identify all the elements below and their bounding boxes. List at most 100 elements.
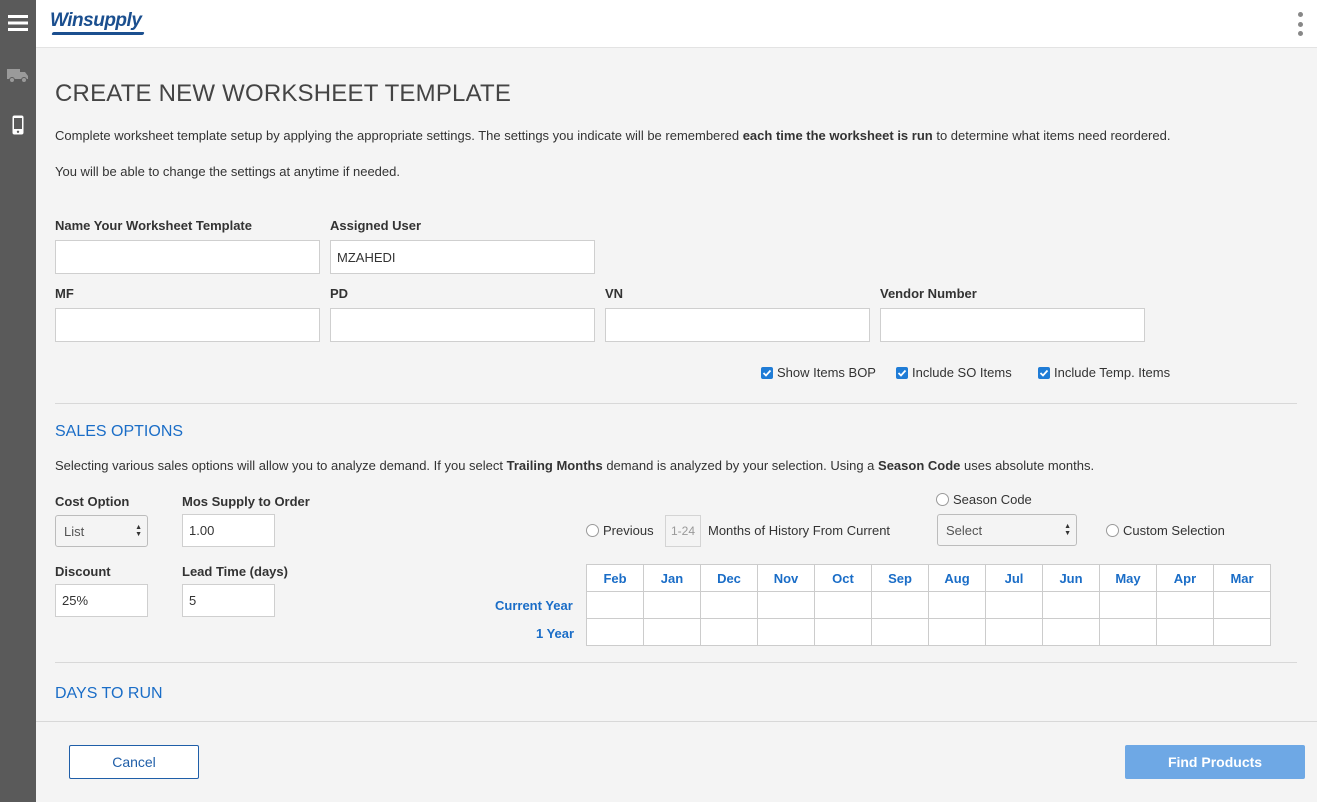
intro-bold-1: each time the worksheet is run — [742, 128, 933, 143]
radio-unselected-icon — [936, 493, 949, 506]
month-cell[interactable] — [1042, 618, 1100, 646]
page-title: CREATE NEW WORKSHEET TEMPLATE — [55, 80, 512, 107]
month-cell[interactable] — [1156, 618, 1214, 646]
show-items-bop-checkbox[interactable]: Show Items BOP — [761, 365, 876, 380]
mos-supply-label: Mos Supply to Order — [182, 494, 310, 509]
intro-text-1-end: to determine what items need reordered. — [932, 128, 1171, 143]
month-cell[interactable] — [814, 591, 872, 619]
include-temp-items-checkbox[interactable]: Include Temp. Items — [1038, 365, 1170, 380]
month-header: Jul — [985, 564, 1043, 592]
mf-label: MF — [55, 286, 74, 301]
include-so-items-checkbox[interactable]: Include SO Items — [896, 365, 1012, 380]
assigned-user-label: Assigned User — [330, 218, 422, 233]
divider — [36, 721, 1317, 722]
months-count-input[interactable]: 1-24 — [665, 515, 701, 547]
vendor-number-input[interactable] — [880, 308, 1145, 342]
month-cell[interactable] — [871, 591, 929, 619]
sales-desc-text: Selecting various sales options will all… — [55, 458, 507, 473]
menu-icon[interactable] — [0, 10, 36, 36]
show-items-bop-label: Show Items BOP — [777, 365, 876, 380]
find-products-button[interactable]: Find Products — [1125, 745, 1305, 779]
lead-time-input[interactable] — [182, 584, 275, 617]
month-cell[interactable] — [1213, 591, 1271, 619]
month-cell[interactable] — [757, 618, 815, 646]
select-arrows-icon: ▲ ▼ — [1064, 523, 1071, 537]
sales-options-description: Selecting various sales options will all… — [55, 458, 1094, 473]
month-header: Oct — [814, 564, 872, 592]
month-cell[interactable] — [985, 618, 1043, 646]
months-history-label: Months of History From Current — [708, 523, 891, 538]
winsupply-logo[interactable]: Winsupply — [50, 10, 145, 35]
month-cell[interactable] — [928, 618, 986, 646]
custom-selection-radio[interactable]: Custom Selection — [1106, 523, 1225, 538]
month-cell[interactable] — [1099, 591, 1157, 619]
month-cell[interactable] — [700, 618, 758, 646]
month-cell[interactable] — [928, 591, 986, 619]
month-cell[interactable] — [814, 618, 872, 646]
divider — [55, 403, 1297, 404]
intro-paragraph-2: You will be able to change the settings … — [55, 164, 400, 179]
intro-paragraph-1: Complete worksheet template setup by app… — [55, 128, 1170, 143]
template-name-label: Name Your Worksheet Template — [55, 218, 252, 233]
month-header: Sep — [871, 564, 929, 592]
season-code-radio[interactable]: Season Code — [936, 492, 1032, 507]
month-cell[interactable] — [643, 591, 701, 619]
one-year-row — [586, 618, 1271, 646]
cost-option-select[interactable]: List ▲ ▼ — [55, 515, 148, 547]
month-cell[interactable] — [643, 618, 701, 646]
month-cell[interactable] — [871, 618, 929, 646]
current-year-label: Current Year — [495, 598, 573, 613]
month-cell[interactable] — [1156, 591, 1214, 619]
season-code-label: Season Code — [953, 492, 1032, 507]
month-cell[interactable] — [757, 591, 815, 619]
truck-icon[interactable] — [0, 64, 36, 86]
previous-radio[interactable]: Previous — [586, 523, 654, 538]
month-header: Apr — [1156, 564, 1214, 592]
custom-selection-label: Custom Selection — [1123, 523, 1225, 538]
month-header: Dec — [700, 564, 758, 592]
sales-desc-bold-1: Trailing Months — [506, 458, 603, 473]
radio-unselected-icon — [1106, 524, 1119, 537]
top-header: Winsupply — [36, 0, 1317, 48]
more-options-icon[interactable] — [1295, 12, 1305, 36]
month-cell[interactable] — [586, 618, 644, 646]
vn-label: VN — [605, 286, 624, 301]
mos-supply-input[interactable] — [182, 514, 275, 547]
season-code-select[interactable]: Select ▲ ▼ — [937, 514, 1077, 546]
month-header: Aug — [928, 564, 986, 592]
days-to-run-heading: DAYS TO RUN — [55, 685, 163, 702]
month-cell[interactable] — [1213, 618, 1271, 646]
assigned-user-input[interactable] — [330, 240, 595, 274]
include-temp-items-label: Include Temp. Items — [1054, 365, 1171, 380]
vendor-number-label: Vendor Number — [880, 286, 977, 301]
previous-label: Previous — [603, 523, 654, 538]
month-cell[interactable] — [700, 591, 758, 619]
month-cell[interactable] — [586, 591, 644, 619]
month-cell[interactable] — [985, 591, 1043, 619]
cost-option-label: Cost Option — [55, 494, 130, 509]
month-cell[interactable] — [1099, 618, 1157, 646]
months-header-row: Feb Jan Dec Nov Oct Sep Aug Jul Jun May … — [586, 564, 1271, 592]
pd-input[interactable] — [330, 308, 595, 342]
cost-option-value: List — [64, 523, 85, 539]
vn-input[interactable] — [605, 308, 870, 342]
one-year-label: 1 Year — [536, 626, 575, 641]
lead-time-label: Lead Time (days) — [182, 564, 288, 579]
cancel-button[interactable]: Cancel — [69, 745, 199, 779]
sales-desc-bold-2: Season Code — [878, 458, 961, 473]
months-history-text: Months of History From Current — [708, 523, 890, 538]
pd-label: PD — [330, 286, 349, 301]
months-table: Feb Jan Dec Nov Oct Sep Aug Jul Jun May … — [586, 564, 1271, 646]
discount-input[interactable] — [55, 584, 148, 617]
radio-unselected-icon — [586, 524, 599, 537]
mobile-device-icon[interactable] — [0, 114, 36, 136]
month-cell[interactable] — [1042, 591, 1100, 619]
intro-text-1: Complete worksheet template setup by app… — [55, 128, 743, 143]
logo-text: Winsupply — [50, 10, 142, 31]
left-rail — [0, 0, 36, 802]
month-header: Nov — [757, 564, 815, 592]
mf-input[interactable] — [55, 308, 320, 342]
month-header: Feb — [586, 564, 644, 592]
month-header: Jun — [1042, 564, 1100, 592]
template-name-input[interactable] — [55, 240, 320, 274]
